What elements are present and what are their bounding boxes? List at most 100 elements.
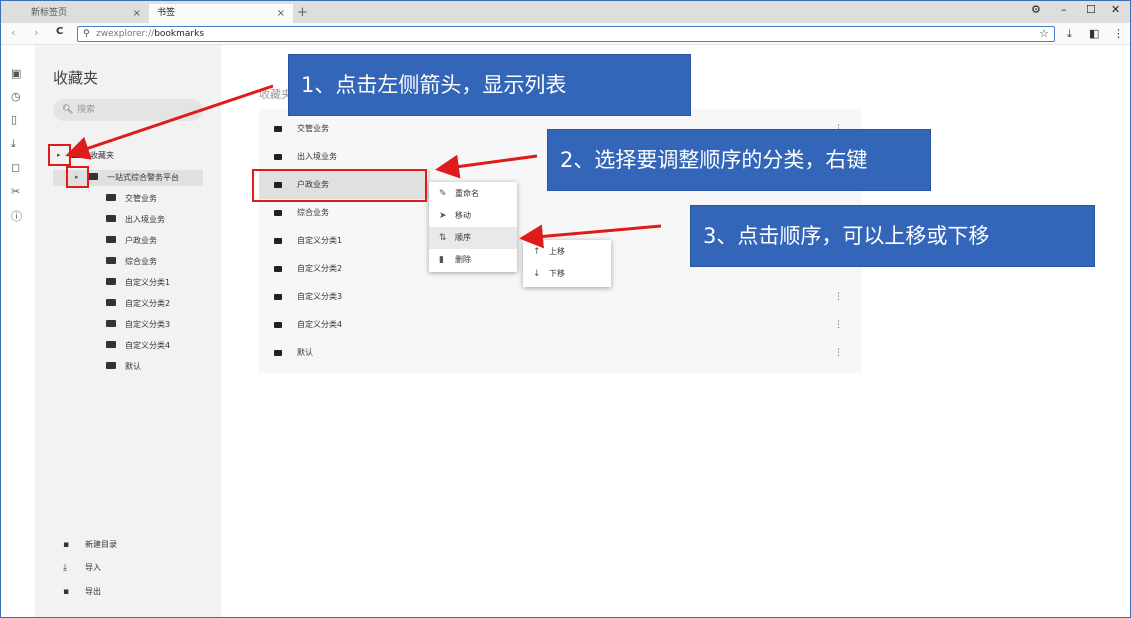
highlight-box — [66, 166, 89, 188]
tree-item[interactable]: 户政业务 — [106, 234, 157, 248]
move-icon: ➤ — [439, 211, 447, 221]
bookmark-icon[interactable]: ◻ — [11, 161, 20, 174]
folder-icon — [274, 126, 282, 132]
tabs-icon[interactable]: ▣ — [11, 67, 21, 80]
tree-item-label: 交管业务 — [125, 194, 157, 203]
tree-item[interactable]: 出入境业务 — [106, 213, 165, 227]
list-item-label: 自定义分类2 — [297, 264, 343, 273]
tree-item[interactable]: 综合业务 — [106, 255, 157, 269]
callout-text: 2、选择要调整顺序的分类，右键 — [560, 148, 868, 172]
download-icon[interactable]: ⤓ — [1067, 27, 1072, 41]
pages-icon[interactable]: ▯ — [11, 113, 17, 126]
tree-item-label: 综合业务 — [125, 257, 157, 266]
tab-close-icon[interactable]: × — [133, 4, 141, 23]
import-label: 导入 — [85, 563, 101, 572]
history-icon[interactable]: ◷ — [11, 90, 21, 103]
callout-text: 3、点击顺序，可以上移或下移 — [703, 224, 990, 248]
menu-item-label: 重命名 — [455, 189, 479, 198]
list-item[interactable]: 自定义分类4 ⋮ — [259, 311, 862, 339]
info-icon[interactable]: ⓘ — [11, 208, 22, 224]
list-item-label: 出入境业务 — [297, 152, 337, 161]
back-button[interactable]: ‹ — [11, 26, 15, 39]
folder-icon — [106, 341, 116, 348]
url-input[interactable]: ⚲ zwexplorer://bookmarks ☆ — [77, 26, 1055, 42]
download-icon[interactable]: ⤓ — [11, 137, 16, 151]
list-item[interactable]: 自定义分类3 ⋮ — [259, 283, 862, 311]
arrow-down-icon: ↓ — [533, 269, 541, 279]
tab-bookmarks[interactable]: 书签 × — [149, 4, 293, 23]
tools-icon[interactable]: ✂ — [11, 185, 20, 198]
tree-item[interactable]: 自定义分类4 — [106, 339, 170, 353]
bookmarks-sidebar: 收藏夹 🔍︎ 搜索 ▸ 收藏夹 ▸ 一站式综合警务平台 交管业务 出入境业务 户… — [35, 45, 221, 617]
folder-icon — [106, 236, 116, 243]
new-tab-button[interactable]: + — [297, 4, 308, 22]
list-item[interactable]: 默认 ⋮ — [259, 339, 862, 367]
tree-item-label: 自定义分类1 — [125, 278, 171, 287]
sort-icon: ⇅ — [439, 233, 447, 243]
menu-item-label: 删除 — [455, 255, 471, 264]
list-item-label: 综合业务 — [297, 208, 329, 217]
tree-item-label: 默认 — [125, 362, 141, 371]
callout-step1: 1、点击左侧箭头，显示列表 — [288, 54, 691, 116]
tree-item[interactable]: 自定义分类3 — [106, 318, 170, 332]
minimize-button[interactable]: – — [1061, 3, 1067, 16]
arrow-up-icon: ↑ — [533, 247, 541, 257]
folder-icon — [274, 238, 282, 244]
tree-item[interactable]: 自定义分类2 — [106, 297, 170, 311]
search-icon: ⚲ — [83, 29, 90, 39]
tree-item-root[interactable]: 收藏夹 — [71, 149, 114, 163]
tree-item[interactable]: 自定义分类1 — [106, 276, 170, 290]
tab-label: 书签 — [157, 8, 176, 18]
folder-icon — [71, 151, 81, 158]
highlight-box — [252, 169, 427, 202]
new-folder-label: 新建目录 — [85, 540, 117, 549]
icon-rail: ▣ ◷ ▯ ⤓ ◻ ✂ ⓘ — [1, 45, 35, 617]
import-button[interactable]: ⤓ 导入 — [63, 562, 101, 573]
reload-button[interactable]: C — [56, 26, 63, 37]
callout-text: 1、点击左侧箭头，显示列表 — [301, 73, 567, 97]
menu-item-move-up[interactable]: ↑ 上移 — [523, 241, 611, 263]
tree-item[interactable]: 交管业务 — [106, 192, 157, 206]
folder-icon — [274, 322, 282, 328]
trash-icon: ▮ — [439, 255, 444, 265]
more-icon[interactable]: ⋮ — [834, 283, 843, 311]
list-item-label: 自定义分类4 — [297, 320, 343, 329]
tree-item-label: 一站式综合警务平台 — [107, 173, 179, 182]
search-input[interactable]: 🔍︎ 搜索 — [53, 99, 203, 121]
menu-item-rename[interactable]: ✎ 重命名 — [429, 183, 517, 205]
highlight-box — [48, 144, 71, 166]
folder-icon — [88, 173, 98, 180]
close-window-button[interactable]: ✕ — [1111, 3, 1120, 16]
export-button[interactable]: ▪ 导出 — [63, 586, 101, 597]
new-folder-icon: ▪ — [63, 540, 70, 550]
settings-icon[interactable]: ⚙ — [1031, 3, 1041, 16]
callout-step2: 2、选择要调整顺序的分类，右键 — [547, 129, 931, 191]
side-panel-icon[interactable]: ◧ — [1089, 27, 1099, 40]
forward-button[interactable]: › — [34, 26, 38, 39]
more-icon[interactable]: ⋮ — [834, 339, 843, 367]
url-scheme: zwexplorer:// — [96, 29, 155, 39]
browser-window: 新标签页 × 书签 × + ⚙ – ☐ ✕ ‹ › C ⚲ zwexplorer… — [0, 0, 1131, 618]
tab-close-icon[interactable]: × — [277, 4, 285, 23]
list-item-label: 自定义分类3 — [297, 292, 343, 301]
menu-icon[interactable]: ⋮ — [1113, 27, 1124, 40]
tree-item[interactable]: 默认 — [106, 360, 141, 374]
menu-item-move-down[interactable]: ↓ 下移 — [523, 263, 611, 285]
menu-item-move[interactable]: ➤ 移动 — [429, 205, 517, 227]
callout-step3: 3、点击顺序，可以上移或下移 — [690, 205, 1095, 267]
folder-icon — [106, 320, 116, 327]
tree-item-label: 自定义分类2 — [125, 299, 171, 308]
order-submenu: ↑ 上移 ↓ 下移 — [523, 240, 611, 287]
menu-item-order[interactable]: ⇅ 顺序 — [429, 227, 517, 249]
tree-item-platform[interactable]: 一站式综合警务平台 — [88, 171, 179, 185]
folder-icon — [106, 215, 116, 222]
tab-new-tab[interactable]: 新标签页 × — [1, 4, 149, 23]
new-folder-button[interactable]: ▪ 新建目录 — [63, 539, 117, 550]
tree-item-label: 收藏夹 — [90, 151, 114, 160]
folder-icon — [106, 278, 116, 285]
maximize-button[interactable]: ☐ — [1086, 3, 1096, 16]
more-icon[interactable]: ⋮ — [834, 311, 843, 339]
star-icon[interactable]: ☆ — [1039, 27, 1049, 41]
menu-item-delete[interactable]: ▮ 删除 — [429, 249, 517, 271]
address-bar: ‹ › C ⚲ zwexplorer://bookmarks ☆ ⤓ ◧ ⋮ — [1, 23, 1130, 45]
